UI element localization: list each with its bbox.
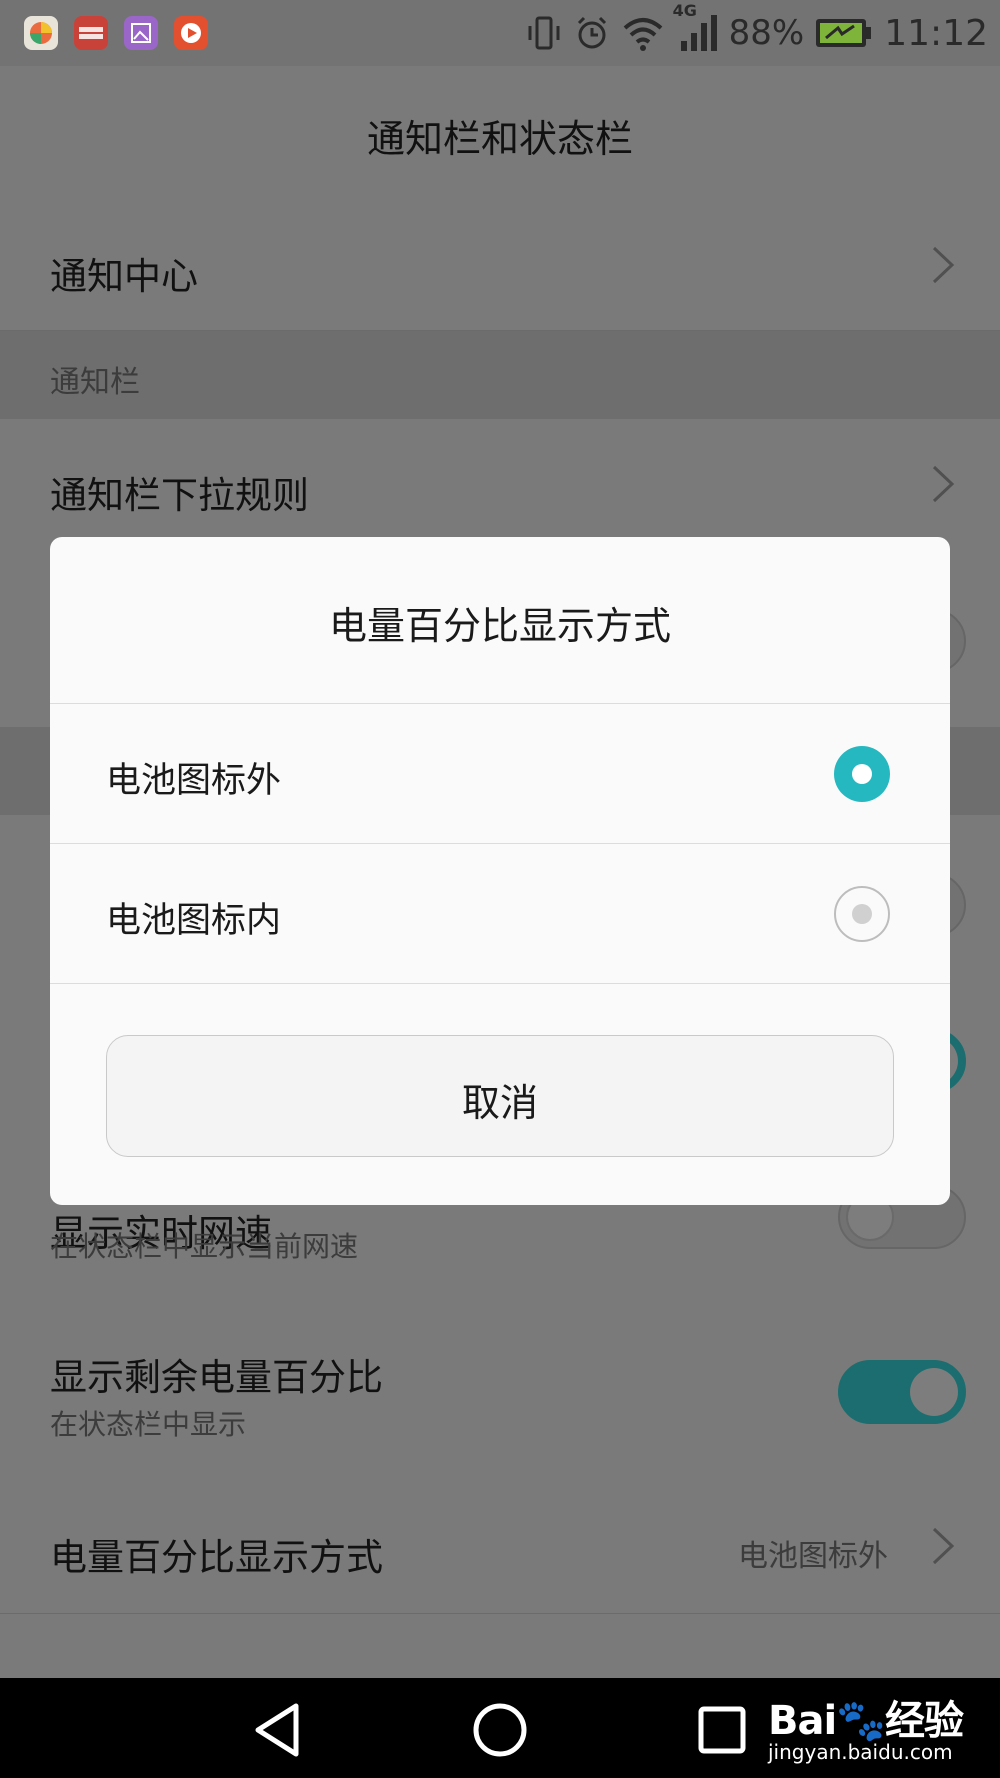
battery-percent-text: 88%	[728, 13, 805, 53]
clock-text: 11:12	[884, 12, 988, 54]
recents-icon[interactable]	[690, 1698, 754, 1762]
battery-percent-title: 显示剩余电量百分比	[50, 1356, 383, 1399]
battery-percent-toggle[interactable]	[838, 1360, 966, 1424]
cellular-signal-icon: 4G	[673, 1, 719, 53]
battery-charging-icon	[814, 16, 874, 50]
alarm-icon	[573, 14, 611, 52]
status-bar: 4G 88% 11:12	[0, 0, 1000, 66]
app-icon-1	[24, 16, 58, 50]
app-header: 通知栏和状态栏	[0, 66, 1000, 201]
option-inside-battery-icon[interactable]: 电池图标内	[50, 844, 950, 983]
gallery-app-icon	[124, 16, 158, 50]
battery-display-mode-value: 电池图标外	[738, 1539, 888, 1574]
section-label: 通知栏	[50, 365, 140, 400]
notification-center-row[interactable]: 通知中心	[0, 200, 1000, 331]
pulldown-rule-row[interactable]: 通知栏下拉规则	[0, 419, 1000, 550]
back-icon[interactable]	[246, 1698, 310, 1762]
watermark-logo-text: Bai🐾经验	[768, 1698, 964, 1744]
battery-percent-row[interactable]: 显示剩余电量百分比 在状态栏中显示	[0, 1303, 1000, 1482]
watermark-site-text: jingyan.baidu.com	[768, 1740, 953, 1764]
money-locker-icon	[74, 16, 108, 50]
divider	[50, 983, 950, 984]
pulldown-rule-label: 通知栏下拉规则	[50, 474, 309, 517]
cancel-button[interactable]: 取消	[106, 1035, 894, 1157]
battery-percent-mode-dialog: 电量百分比显示方式 电池图标外 电池图标内 取消	[50, 537, 950, 1205]
chevron-right-icon	[932, 246, 955, 284]
home-icon[interactable]	[468, 1698, 532, 1762]
chevron-right-icon	[932, 1527, 955, 1565]
battery-display-mode-row[interactable]: 电量百分比显示方式 电池图标外	[0, 1481, 1000, 1614]
option-outside-battery-icon[interactable]: 电池图标外	[50, 704, 950, 843]
radio-unselected-icon[interactable]	[834, 886, 890, 942]
video-app-icon	[174, 16, 208, 50]
notification-center-label: 通知中心	[50, 255, 198, 298]
battery-percent-subtitle: 在状态栏中显示	[50, 1408, 247, 1441]
baidu-jingyan-watermark: Bai🐾经验 jingyan.baidu.com	[768, 1684, 980, 1768]
option-label: 电池图标内	[106, 901, 282, 941]
radio-selected-icon[interactable]	[834, 746, 890, 802]
battery-display-mode-title: 电量百分比显示方式	[50, 1536, 383, 1579]
option-label: 电池图标外	[106, 761, 282, 801]
network-speed-subtitle: 在状态栏中显示当前网速	[50, 1230, 359, 1263]
chevron-right-icon	[932, 465, 955, 503]
cancel-button-label: 取消	[461, 1081, 538, 1125]
section-header-notification-bar: 通知栏	[0, 331, 1000, 419]
page-title: 通知栏和状态栏	[366, 117, 633, 161]
network-type-label: 4G	[672, 1, 697, 20]
dialog-title: 电量百分比显示方式	[328, 604, 671, 648]
vibrate-icon	[525, 14, 563, 52]
wifi-icon	[621, 14, 665, 52]
